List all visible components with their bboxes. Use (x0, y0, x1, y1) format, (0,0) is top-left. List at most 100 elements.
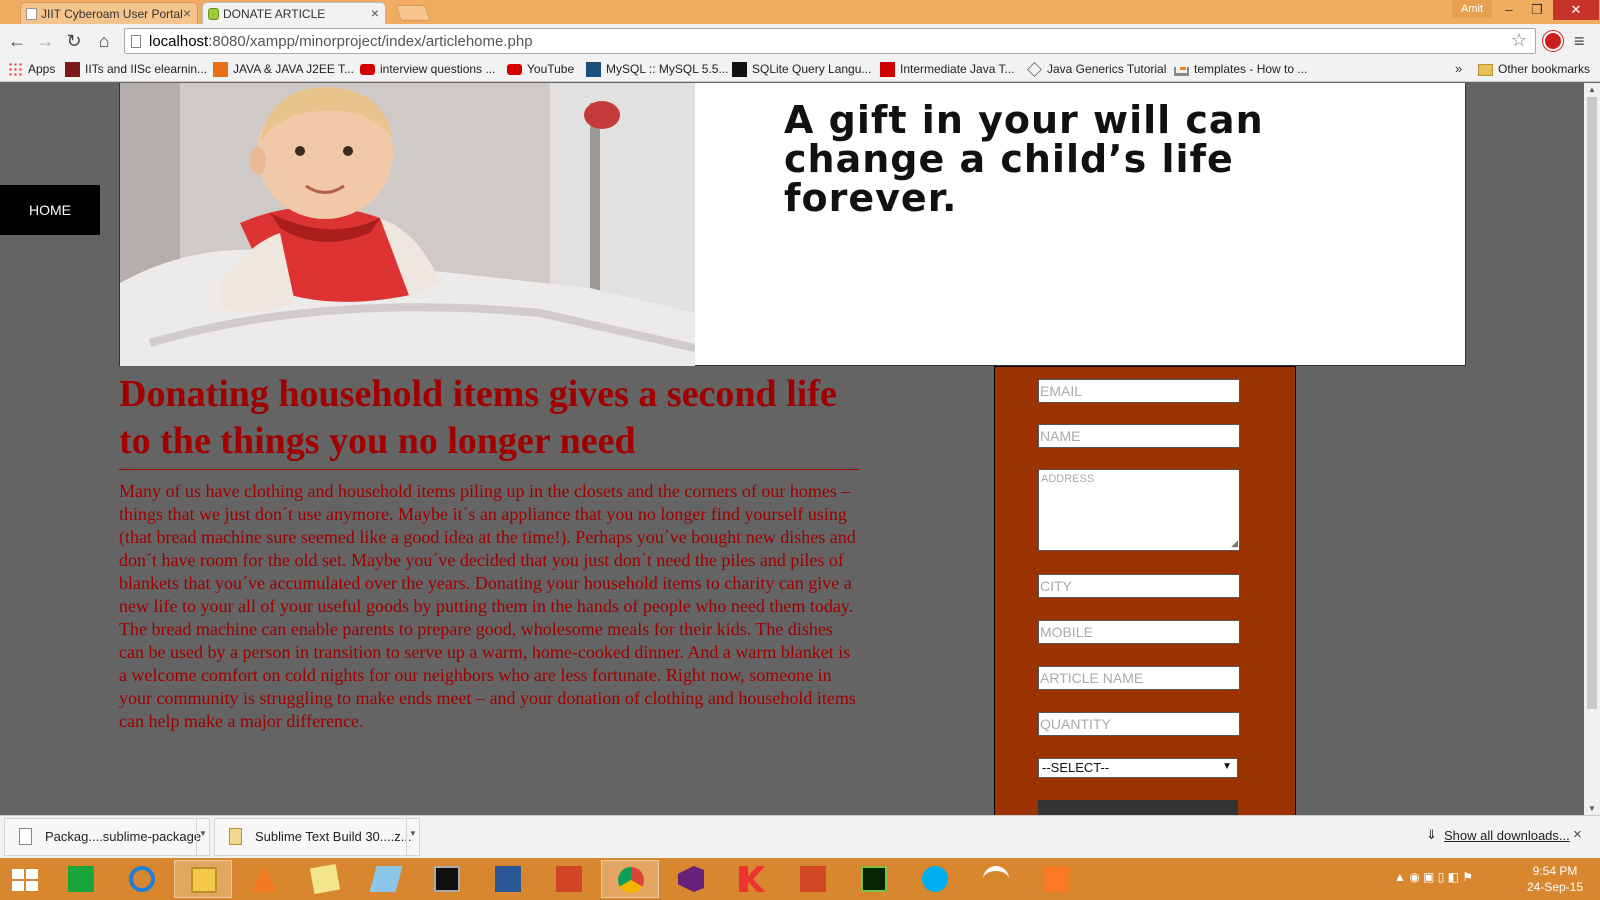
taskbar-ie-icon[interactable] (113, 860, 171, 898)
bookmark-red-icon (880, 62, 895, 77)
taskbar-xampp-icon[interactable] (1028, 860, 1086, 898)
scroll-up-icon[interactable]: ▲ (1588, 85, 1596, 94)
clock-time: 9:54 PM (1532, 864, 1578, 878)
forward-arrow-icon[interactable]: → (34, 30, 56, 52)
bookmark-java-generics[interactable]: Java Generics Tutorial (1027, 62, 1166, 77)
taskbar-folder-icon[interactable] (296, 860, 354, 898)
category-select[interactable]: --SELECT-- ▼ (1038, 758, 1238, 778)
bookmark-apps[interactable]: Apps (8, 62, 55, 77)
mysql-icon (586, 62, 601, 77)
download-arrow-icon: ⇓ (1426, 827, 1437, 842)
taskbar-skype-icon[interactable] (906, 860, 964, 898)
show-all-downloads-link[interactable]: ⇓ Show all downloads... (1424, 827, 1570, 843)
back-arrow-icon[interactable]: ← (6, 30, 28, 52)
restore-icon[interactable]: ❐ (1523, 0, 1551, 20)
download-menu-chevron-icon[interactable]: ▼ (406, 818, 420, 856)
sqlite-icon (732, 62, 747, 77)
taskbar-visual-studio-icon[interactable] (662, 860, 720, 898)
address-textarea[interactable]: ADDRESS ◢ (1038, 469, 1240, 551)
bookmarks-overflow-chevron[interactable]: » (1455, 61, 1462, 76)
java-icon (213, 62, 228, 77)
bookmark-mysql[interactable]: MySQL :: MySQL 5.5... (586, 62, 728, 77)
bookmark-star-icon[interactable]: ☆ (1511, 30, 1527, 51)
banner-child-photo (120, 83, 695, 366)
browser-titlebar: JIIT Cyberoam User Portal × DONATE ARTIC… (0, 0, 1600, 24)
quantity-field[interactable]: QUANTITY (1038, 712, 1240, 736)
taskbar-clock[interactable]: 9:54 PM 24-Sep-15 (1520, 863, 1590, 895)
tab-jiit-portal[interactable]: JIIT Cyberoam User Portal × (20, 2, 198, 24)
scroll-down-icon[interactable]: ▼ (1588, 804, 1596, 813)
taskbar-cmd-icon[interactable] (418, 860, 476, 898)
taskbar-k-app-icon[interactable] (723, 860, 781, 898)
system-tray-icons[interactable]: ▲ ◉ ▣ ▯ ◧ ⚑ (1394, 870, 1473, 884)
download-item-sublime[interactable]: Sublime Text Build 30....z... ▼ (214, 818, 420, 856)
window-close-icon[interactable]: ✕ (1553, 0, 1599, 20)
donation-banner: A gift in your will can change a child’s… (119, 83, 1466, 366)
article-title: Donating household items gives a second … (119, 371, 859, 470)
bookmark-templates[interactable]: templates - How to ... (1174, 62, 1307, 76)
reload-icon[interactable]: ↻ (63, 30, 85, 52)
home-icon[interactable]: ⌂ (93, 30, 115, 52)
address-placeholder: ADDRESS (1041, 473, 1095, 485)
clock-date: 24-Sep-15 (1526, 880, 1584, 894)
tab-close-icon[interactable]: × (183, 5, 191, 21)
page-icon (131, 35, 141, 48)
vertical-scrollbar[interactable]: ▲ ▼ (1584, 83, 1600, 815)
minimize-icon[interactable]: – (1495, 0, 1523, 20)
profile-user-label[interactable]: Amit (1452, 0, 1492, 18)
taskbar-word-icon[interactable] (479, 860, 537, 898)
bookmarks-bar: Apps IITs and IISc elearnin... JAVA & JA… (0, 58, 1600, 82)
browser-toolbar: ← → ↻ ⌂ localhost:8080/xampp/minorprojec… (0, 24, 1600, 58)
banner-tagline: A gift in your will can change a child’s… (784, 98, 1264, 220)
favicon-icon (208, 8, 219, 20)
page-viewport: HOME A gift in your will can change a ch… (0, 83, 1584, 815)
windows-start-icon[interactable] (12, 869, 38, 891)
taskbar-explorer-icon[interactable] (174, 860, 232, 898)
tab-donate-article[interactable]: DONATE ARTICLE × (202, 2, 386, 24)
taskbar-notes-icon[interactable] (357, 860, 415, 898)
city-field[interactable]: CITY (1038, 574, 1240, 598)
nptel-icon (65, 62, 80, 77)
article-name-field[interactable]: ARTICLE NAME (1038, 666, 1240, 690)
taskbar-vlc-icon[interactable] (235, 860, 293, 898)
taskbar-chrome-icon[interactable] (601, 860, 659, 898)
tab-close-icon[interactable]: × (371, 5, 379, 21)
other-bookmarks-folder[interactable]: Other bookmarks (1478, 62, 1590, 76)
menu-icon[interactable]: ≡ (1574, 31, 1585, 52)
apps-grid-icon (8, 62, 23, 77)
donation-form: EMAIL NAME ADDRESS ◢ CITY MOBILE ARTICLE… (994, 366, 1296, 815)
downloads-bar: Packag....sublime-package ▼ Sublime Text… (0, 815, 1600, 858)
diamond-icon (1027, 62, 1042, 77)
taskbar-powerpoint-icon[interactable] (540, 860, 598, 898)
dropdown-arrow-icon: ▼ (1222, 761, 1232, 772)
mobile-field[interactable]: MOBILE (1038, 620, 1240, 644)
address-bar[interactable]: localhost:8080/xampp/minorproject/index/… (124, 28, 1536, 54)
home-nav-button[interactable]: HOME (0, 185, 100, 235)
resize-grip-icon[interactable]: ◢ (1231, 538, 1238, 549)
submit-button[interactable] (1038, 800, 1238, 815)
bookmark-interview-questions[interactable]: interview questions ... (360, 62, 495, 76)
extension-icon[interactable] (1543, 31, 1563, 51)
youtube-icon (360, 64, 375, 75)
taskbar-dreamweaver-icon[interactable] (845, 860, 903, 898)
bookmark-nptel[interactable]: IITs and IISc elearnin... (65, 62, 207, 77)
download-item-package[interactable]: Packag....sublime-package ▼ (4, 818, 210, 856)
name-field[interactable]: NAME (1038, 424, 1240, 448)
bookmark-youtube[interactable]: YouTube (507, 62, 574, 76)
scrollbar-thumb[interactable] (1587, 97, 1597, 709)
bookmark-java-j2ee[interactable]: JAVA & JAVA J2EE T... (213, 62, 354, 77)
new-tab-button[interactable] (395, 5, 431, 21)
download-menu-chevron-icon[interactable]: ▼ (196, 818, 210, 856)
taskbar-office-lens-icon[interactable] (784, 860, 842, 898)
tab-title: DONATE ARTICLE (223, 6, 326, 21)
taskbar-wifi-icon[interactable] (967, 860, 1025, 898)
bookmark-intermediate-java[interactable]: Intermediate Java T... (880, 62, 1015, 77)
file-icon (19, 828, 32, 845)
taskbar-store-icon[interactable] (52, 860, 110, 898)
downloads-close-icon[interactable]: × (1573, 826, 1582, 843)
article-body: Many of us have clothing and household i… (119, 481, 856, 731)
stackoverflow-icon (1174, 67, 1189, 76)
email-field[interactable]: EMAIL (1038, 379, 1240, 403)
url-text[interactable]: localhost:8080/xampp/minorproject/index/… (149, 33, 533, 50)
bookmark-sqlite[interactable]: SQLite Query Langu... (732, 62, 871, 77)
